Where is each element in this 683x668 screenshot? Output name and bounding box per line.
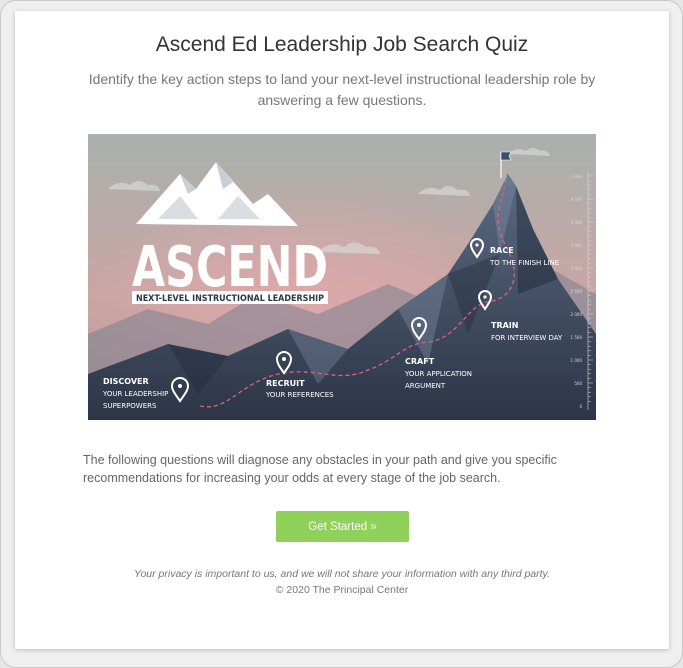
privacy-note: Your privacy is important to us, and we … bbox=[134, 568, 550, 580]
hero-image: ASCEND NEXT-LEVEL INSTRUCTIONAL LEADERSH… bbox=[88, 134, 596, 420]
step-craft-line2: ARGUMENT bbox=[405, 382, 446, 390]
page-subtitle: Identify the key action steps to land yo… bbox=[88, 71, 596, 108]
quiz-description: The following questions will diagnose an… bbox=[83, 453, 557, 485]
scale-label: 2 000 bbox=[571, 312, 583, 317]
step-craft-title: CRAFT bbox=[405, 357, 435, 366]
scale-label: 4 000 bbox=[571, 220, 583, 225]
step-discover-title: DISCOVER bbox=[103, 377, 149, 386]
scale-label: 3 500 bbox=[571, 243, 583, 248]
step-race-title: RACE bbox=[490, 246, 514, 255]
step-recruit-title: RECRUIT bbox=[266, 379, 305, 388]
step-craft-line1: YOUR APPLICATION bbox=[404, 370, 472, 378]
scale-label: 3 000 bbox=[571, 266, 583, 271]
scale-label: 5 000 bbox=[571, 174, 583, 179]
step-recruit-line1: YOUR REFERENCES bbox=[265, 391, 334, 399]
scale-label: 1 500 bbox=[571, 335, 583, 340]
get-started-button[interactable]: Get Started » bbox=[276, 511, 409, 542]
quiz-card: Ascend Ed Leadership Job Search Quiz Ide… bbox=[15, 11, 669, 649]
scale-label: 2 500 bbox=[571, 289, 583, 294]
brand-tagline: NEXT-LEVEL INSTRUCTIONAL LEADERSHIP bbox=[136, 294, 324, 304]
ascend-mountain-illustration: ASCEND NEXT-LEVEL INSTRUCTIONAL LEADERSH… bbox=[88, 134, 596, 420]
window-frame: Ascend Ed Leadership Job Search Quiz Ide… bbox=[0, 0, 683, 668]
page-title: Ascend Ed Leadership Job Search Quiz bbox=[155, 33, 529, 56]
copyright-text: © 2020 The Principal Center bbox=[275, 584, 409, 596]
scale-label: 1 000 bbox=[571, 358, 583, 363]
brand-word: ASCEND bbox=[132, 235, 328, 300]
step-train-title: TRAIN bbox=[491, 321, 518, 330]
step-discover-line1: YOUR LEADERSHIP bbox=[102, 390, 168, 398]
step-train-line1: FOR INTERVIEW DAY bbox=[491, 334, 563, 342]
scale-label: 500 bbox=[574, 381, 582, 386]
step-race-line1: TO THE FINISH LINE bbox=[489, 259, 559, 267]
step-discover-line2: SUPERPOWERS bbox=[103, 402, 157, 410]
scale-label: 4 500 bbox=[571, 197, 583, 202]
